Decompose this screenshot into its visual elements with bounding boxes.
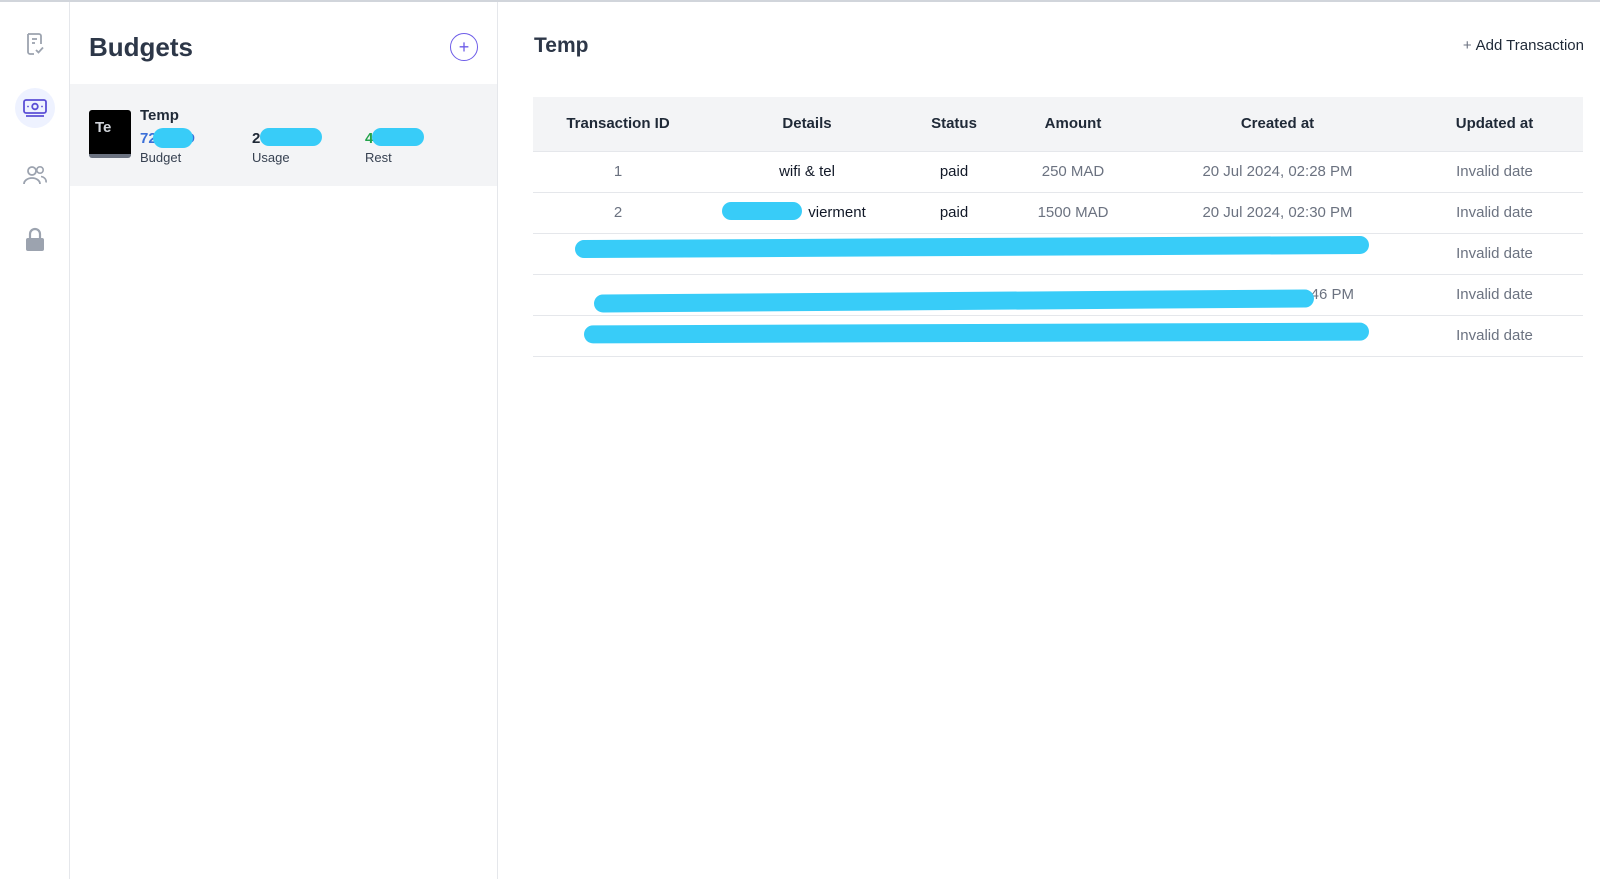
column-header[interactable]: Amount <box>997 97 1149 152</box>
budget-avatar: Te <box>89 110 131 158</box>
budget-name: Temp <box>140 107 179 124</box>
column-header[interactable]: Details <box>703 97 911 152</box>
table-row[interactable]: 2 vierment paid 1500 MAD 20 Jul 2024, 02… <box>533 192 1583 234</box>
cell-updated: Invalid date <box>1406 192 1583 234</box>
cell-updated: Invalid date <box>1406 274 1583 316</box>
money-icon <box>23 99 47 117</box>
add-budget-button[interactable]: + <box>450 33 478 61</box>
nav-budgets-button[interactable] <box>15 88 55 128</box>
budget-card[interactable]: Te Temp 72 MAD Budget 2 AD Usage 4 AD Re… <box>70 84 497 186</box>
table-row[interactable]: 1 wifi & tel paid 250 MAD 20 Jul 2024, 0… <box>533 151 1583 193</box>
add-transaction-label: Add Transaction <box>1475 37 1584 54</box>
users-icon <box>23 165 47 185</box>
cell-updated: Invalid date <box>1406 315 1583 357</box>
budget-label: Budget <box>140 150 182 165</box>
column-header[interactable]: Created at <box>1149 97 1406 152</box>
cell-details: wifi & tel <box>703 151 911 193</box>
column-header[interactable]: Status <box>911 97 997 152</box>
column-header[interactable]: Transaction ID <box>533 97 703 152</box>
usage-label: Usage <box>252 150 290 165</box>
cell-status: paid <box>911 151 997 193</box>
app-window: Budgets + Te Temp 72 MAD Budget 2 AD Usa… <box>0 0 1600 879</box>
cell-created: 20 Jul 2024, 02:30 PM <box>1149 192 1406 234</box>
cell-updated: Invalid date <box>1406 151 1583 193</box>
transactions-panel: Temp + Add Transaction Transaction ID Det… <box>498 2 1600 879</box>
receipt-check-icon <box>27 33 44 55</box>
redaction-mark <box>722 202 802 220</box>
redaction-mark <box>153 128 193 148</box>
rest-label: Rest <box>365 150 392 165</box>
nav-transactions-button[interactable] <box>15 24 55 64</box>
cell-status: paid <box>911 192 997 234</box>
budgets-panel: Budgets + Te Temp 72 MAD Budget 2 AD Usa… <box>70 2 498 879</box>
budgets-title: Budgets <box>89 32 193 62</box>
redaction-mark <box>583 322 1370 344</box>
page-title: Temp <box>534 34 589 57</box>
cell-updated: Invalid date <box>1406 233 1583 275</box>
cell-id: 2 <box>533 192 703 234</box>
table-header-row: Transaction ID Details Status Amount Cre… <box>533 97 1583 152</box>
plus-icon: + <box>1462 37 1472 54</box>
cell-id: 1 <box>533 151 703 193</box>
cell-amount: 1500 MAD <box>997 192 1149 234</box>
transactions-table: Transaction ID Details Status Amount Cre… <box>533 97 1583 357</box>
plus-icon: + <box>458 37 470 57</box>
cell-created: 20 Jul 2024, 02:28 PM <box>1149 151 1406 193</box>
icon-rail <box>0 2 70 879</box>
column-header[interactable]: Updated at <box>1406 97 1583 152</box>
nav-users-button[interactable] <box>15 155 55 195</box>
redaction-mark <box>260 128 322 146</box>
nav-lock-button[interactable] <box>15 220 55 260</box>
cell-amount: 250 MAD <box>997 151 1149 193</box>
add-transaction-button[interactable]: + Add Transaction <box>1463 37 1584 54</box>
redaction-mark <box>372 128 424 146</box>
lock-icon <box>26 227 44 251</box>
